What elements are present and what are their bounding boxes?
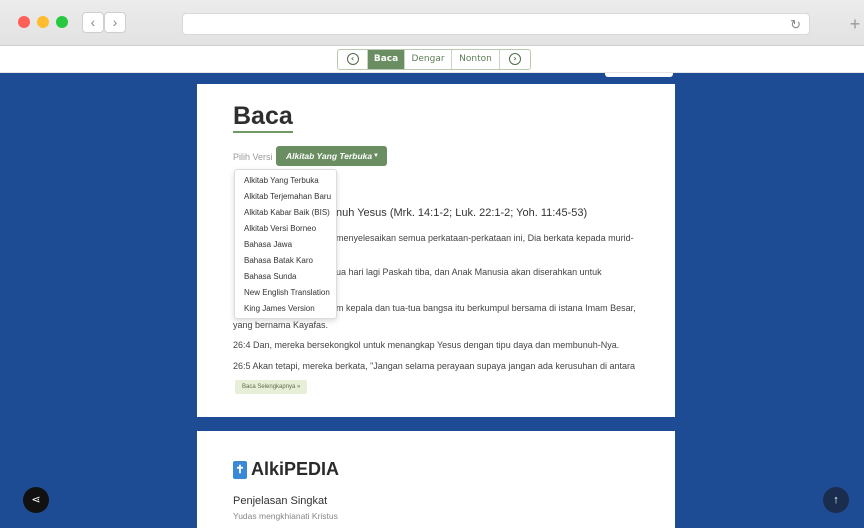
alkipedia-card: ✝ AlkiPEDIA Penjelasan Singkat Yudas men… <box>197 431 675 528</box>
version-option[interactable]: King James Version <box>244 304 315 313</box>
caret-down-icon: ▼ <box>373 153 379 159</box>
version-option[interactable]: Bahasa Sunda <box>244 272 297 281</box>
page-title: Baca <box>233 102 293 130</box>
address-bar[interactable]: ↻ <box>182 13 810 35</box>
tab-listen[interactable]: Dengar <box>405 50 452 69</box>
reload-icon[interactable]: ↻ <box>790 17 801 33</box>
version-option[interactable]: Alkitab Yang Terbuka <box>244 176 319 185</box>
maximize-window-icon[interactable] <box>56 16 68 28</box>
minimize-window-icon[interactable] <box>37 16 49 28</box>
previous-chapter-button[interactable]: ‹ <box>338 50 368 69</box>
version-select-button[interactable]: Alkitab Yang Terbuka ▼ <box>276 146 387 166</box>
tab-watch[interactable]: Nonton <box>452 50 500 69</box>
version-dropdown-menu: Alkitab Yang Terbuka Alkitab Terjemahan … <box>234 169 337 319</box>
reading-mode-bar: ‹ Baca Dengar Nonton › <box>0 46 864 73</box>
version-label: Pilih Versi <box>233 152 273 162</box>
share-button[interactable]: ⋖ <box>23 487 49 513</box>
version-option[interactable]: Alkitab Terjemahan Baru <box>244 192 331 201</box>
version-option[interactable]: Bahasa Batak Karo <box>244 256 313 265</box>
verse-line: menyelesaikan semua perkataan-perkataan … <box>336 233 634 243</box>
close-window-icon[interactable] <box>18 16 30 28</box>
verse-line: ua hari lagi Paskah tiba, dan Anak Manus… <box>336 267 602 277</box>
version-option[interactable]: New English Translation <box>244 288 330 297</box>
browser-chrome: ‹ › ↻ + <box>0 0 864 46</box>
passage-title: nuh Yesus (Mrk. 14:1-2; Luk. 22:1-2; Yoh… <box>336 207 588 219</box>
plus-icon: + <box>849 14 861 34</box>
mode-tab-group: ‹ Baca Dengar Nonton › <box>337 49 531 70</box>
verse-line: 26:4 Dan, mereka bersekongkol untuk mena… <box>233 340 620 350</box>
selected-version-label: Alkitab Yang Terbuka <box>286 151 373 161</box>
version-option[interactable]: Bahasa Jawa <box>244 240 292 249</box>
new-tab-button[interactable]: + <box>846 13 864 37</box>
page-background: Baca Pilih Versi Alkitab Yang Terbuka ▼ … <box>0 73 864 528</box>
title-underline <box>233 131 293 133</box>
chevron-left-icon: ‹ <box>90 14 96 30</box>
tab-read[interactable]: Baca <box>368 50 405 69</box>
chevron-right-icon: › <box>112 14 118 30</box>
browser-forward-button[interactable]: › <box>104 12 126 33</box>
alkipedia-subtitle: Penjelasan Singkat <box>233 495 328 507</box>
alkipedia-topic[interactable]: Yudas mengkhianati Kristus <box>233 511 338 521</box>
bible-icon: ✝ <box>233 461 247 479</box>
next-chapter-button[interactable]: › <box>500 50 530 69</box>
scroll-top-button[interactable]: ↑ <box>823 487 849 513</box>
verse-line: yang bernama Kayafas. <box>233 320 329 330</box>
share-icon: ⋖ <box>31 494 41 506</box>
version-option[interactable]: Alkitab Versi Borneo <box>244 224 316 233</box>
read-more-button[interactable]: Baca Selengkapnya » <box>235 380 308 394</box>
chevron-right-circle-icon: › <box>509 53 521 65</box>
version-option[interactable]: Alkitab Kabar Baik (BIS) <box>244 208 330 217</box>
chevron-left-circle-icon: ‹ <box>346 53 359 65</box>
verse-line: m kepala dan tua-tua bangsa itu berkumpu… <box>336 303 636 313</box>
browser-back-button[interactable]: ‹ <box>82 12 104 33</box>
card-stub <box>605 73 673 77</box>
arrow-up-icon: ↑ <box>833 494 839 506</box>
alkipedia-title: AlkiPEDIA <box>251 459 340 479</box>
verse-line: 26:5 Akan tetapi, mereka berkata, "Janga… <box>233 361 635 371</box>
